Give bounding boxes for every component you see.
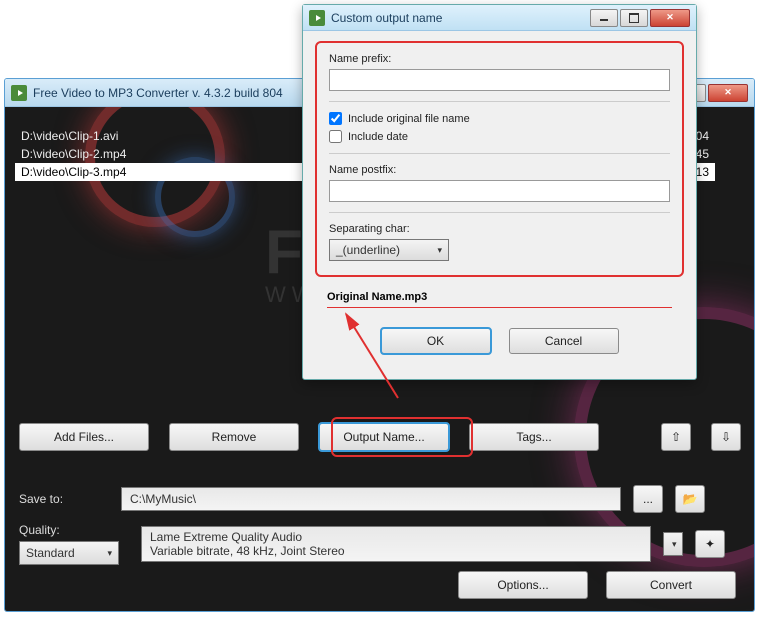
- divider: [329, 101, 670, 102]
- output-name-button[interactable]: Output Name...: [319, 423, 449, 451]
- settings-group: Name prefix: Include original file name …: [315, 41, 684, 277]
- file-path: D:\video\Clip-3.mp4: [21, 165, 126, 179]
- move-down-button[interactable]: ⇩: [711, 423, 741, 451]
- quality-line2: Variable bitrate, 48 kHz, Joint Stereo: [150, 544, 345, 558]
- dialog-title: Custom output name: [331, 11, 588, 25]
- checkbox-label: Include date: [348, 131, 408, 143]
- move-up-button[interactable]: ⇧: [661, 423, 691, 451]
- dialog-titlebar[interactable]: Custom output name: [303, 5, 696, 31]
- close-button[interactable]: [708, 84, 748, 102]
- separator-combo[interactable]: _(underline): [329, 239, 449, 261]
- ok-button[interactable]: OK: [381, 328, 491, 354]
- convert-button[interactable]: Convert: [606, 571, 736, 599]
- postfix-input[interactable]: [329, 180, 670, 202]
- dialog-close-button[interactable]: [650, 9, 690, 27]
- separator-label: Separating char:: [329, 223, 670, 235]
- save-to-row: Save to: C:\MyMusic\ ... 📂: [19, 485, 705, 513]
- open-folder-button[interactable]: 📂: [675, 485, 705, 513]
- prefix-label: Name prefix:: [329, 53, 670, 65]
- file-path: D:\video\Clip-1.avi: [21, 129, 118, 143]
- preview-underline: [327, 307, 672, 308]
- quality-detail-field[interactable]: Lame Extreme Quality Audio Variable bitr…: [141, 526, 651, 562]
- dialog-button-row: OK Cancel: [315, 328, 684, 354]
- quality-settings-button[interactable]: ✦: [695, 530, 725, 558]
- include-original-checkbox[interactable]: Include original file name: [329, 112, 670, 125]
- dialog-minimize-button[interactable]: [590, 9, 618, 27]
- folder-icon: 📂: [683, 492, 698, 506]
- quality-preset-combo[interactable]: Standard: [19, 541, 119, 565]
- save-path-field[interactable]: C:\MyMusic\: [121, 487, 621, 511]
- custom-output-name-dialog: Custom output name Name prefix: Include …: [302, 4, 697, 380]
- quality-row: Quality: Standard Lame Extreme Quality A…: [19, 523, 725, 565]
- browse-button[interactable]: ...: [633, 485, 663, 513]
- quality-dropdown-button[interactable]: [663, 532, 683, 556]
- options-button[interactable]: Options...: [458, 571, 588, 599]
- postfix-label: Name postfix:: [329, 164, 670, 176]
- divider: [329, 212, 670, 213]
- checkbox-input[interactable]: [329, 112, 342, 125]
- file-path: D:\video\Clip-2.mp4: [21, 147, 126, 161]
- quality-label: Quality:: [19, 523, 119, 537]
- divider: [329, 153, 670, 154]
- wand-icon: ✦: [705, 537, 715, 551]
- bottom-button-row: Options... Convert: [458, 571, 736, 599]
- include-date-checkbox[interactable]: Include date: [329, 130, 670, 143]
- quality-line1: Lame Extreme Quality Audio: [150, 530, 302, 544]
- app-icon: [11, 85, 27, 101]
- checkbox-label: Include original file name: [348, 113, 470, 125]
- checkbox-input[interactable]: [329, 130, 342, 143]
- action-button-row: Add Files... Remove Output Name... Tags.…: [19, 423, 741, 451]
- tags-button[interactable]: Tags...: [469, 423, 599, 451]
- dialog-body: Name prefix: Include original file name …: [303, 31, 696, 364]
- add-files-button[interactable]: Add Files...: [19, 423, 149, 451]
- dialog-maximize-button[interactable]: [620, 9, 648, 27]
- prefix-input[interactable]: [329, 69, 670, 91]
- app-icon: [309, 10, 325, 26]
- preview-filename: Original Name.mp3: [327, 291, 684, 303]
- remove-button[interactable]: Remove: [169, 423, 299, 451]
- cancel-button[interactable]: Cancel: [509, 328, 619, 354]
- save-to-label: Save to:: [19, 492, 109, 506]
